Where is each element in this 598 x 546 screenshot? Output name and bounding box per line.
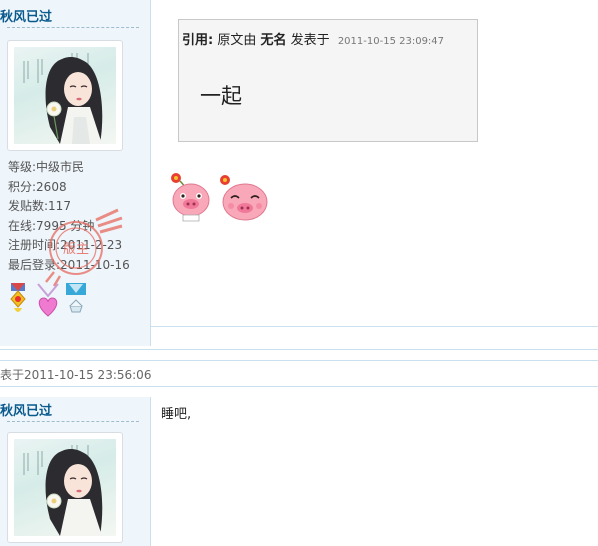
user-sidebar: 秋风已过 bbox=[0, 397, 151, 546]
avatar-illustration bbox=[14, 47, 116, 144]
quote-text: 一起 bbox=[200, 84, 242, 108]
diamond-medal-icon bbox=[66, 283, 86, 313]
divider bbox=[7, 27, 139, 28]
username-link[interactable]: 秋风已过 bbox=[0, 400, 52, 419]
post-header-bottom-border bbox=[0, 386, 598, 387]
user-level: 等级:中级市民 bbox=[8, 160, 85, 174]
post-content-divider bbox=[150, 326, 598, 327]
avatar[interactable] bbox=[7, 432, 123, 543]
quote-posted-label: 发表于 bbox=[290, 33, 330, 48]
user-sidebar: 秋风已过 bbox=[0, 0, 151, 346]
divider bbox=[7, 421, 139, 422]
medal-icon bbox=[10, 283, 26, 312]
username-link[interactable]: 秋风已过 bbox=[0, 6, 52, 25]
quote-label: 引用: bbox=[182, 33, 214, 48]
medal-list bbox=[8, 282, 98, 320]
user-points: 积分:2608 bbox=[8, 179, 67, 194]
quote-header: 引用: 原文由 无名 发表于 2011-10-15 23:09:47 bbox=[182, 29, 444, 48]
pink-pig-laughing-emoji bbox=[219, 170, 271, 229]
post-separator bbox=[0, 349, 598, 350]
pink-pig-emoji bbox=[167, 170, 215, 229]
quote-prefix: 原文由 bbox=[217, 33, 257, 48]
avatar-illustration bbox=[14, 439, 116, 536]
heart-medal-icon bbox=[37, 283, 59, 317]
quote-author: 无名 bbox=[260, 33, 287, 48]
moderator-label: 版主 bbox=[63, 242, 89, 257]
post-header-top-border bbox=[0, 360, 598, 361]
quote-block: 引用: 原文由 无名 发表于 2011-10-15 23:09:47 一起 bbox=[178, 19, 478, 142]
avatar[interactable] bbox=[7, 40, 123, 151]
post-header-time: 表于2011-10-15 23:56:06 bbox=[0, 368, 152, 382]
quote-time: 2011-10-15 23:09:47 bbox=[337, 36, 445, 47]
post-body-text: 睡吧, bbox=[161, 407, 192, 422]
